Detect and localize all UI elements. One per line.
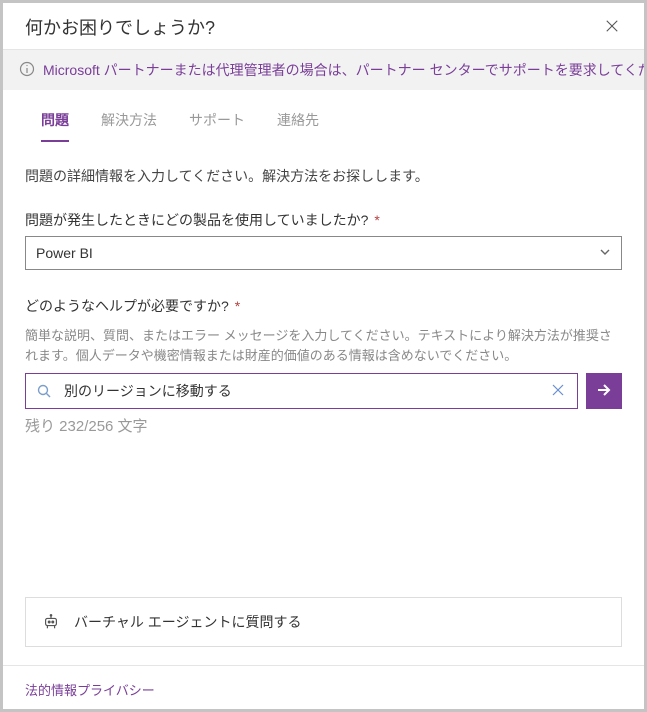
info-banner: Microsoft パートナーまたは代理管理者の場合は、パートナー センターでサ…: [3, 50, 644, 90]
close-button[interactable]: [598, 13, 626, 41]
close-icon: [551, 383, 565, 400]
arrow-right-icon: [595, 381, 613, 402]
tab-contact[interactable]: 連絡先: [277, 104, 319, 141]
product-field-label: 問題が発生したときにどの製品を使用していましたか?*: [25, 210, 622, 230]
character-counter: 残り 232/256 文字: [25, 415, 622, 436]
help-search-field[interactable]: [25, 373, 578, 409]
tab-solutions[interactable]: 解決方法: [101, 104, 157, 141]
footer-links: 法的情報 プライバシー: [3, 665, 644, 709]
help-field-hint: 簡単な説明、質問、またはエラー メッセージを入力してください。テキストにより解決…: [25, 326, 622, 365]
virtual-agent-button[interactable]: バーチャル エージェントに質問する: [25, 597, 622, 647]
privacy-link[interactable]: プライバシー: [77, 680, 155, 699]
virtual-agent-label: バーチャル エージェントに質問する: [74, 612, 301, 632]
info-icon: [19, 61, 35, 80]
partner-center-link[interactable]: Microsoft パートナーまたは代理管理者の場合は、パートナー センターでサ…: [43, 60, 644, 80]
product-select-value: Power BI: [36, 245, 93, 261]
required-asterisk: *: [374, 212, 379, 228]
required-asterisk: *: [235, 298, 240, 314]
submit-search-button[interactable]: [586, 373, 622, 409]
help-field-label: どのようなヘルプが必要ですか?*: [25, 296, 622, 316]
legal-link[interactable]: 法的情報: [25, 680, 77, 699]
search-icon: [36, 383, 52, 399]
clear-input-button[interactable]: [547, 383, 569, 400]
dialog-title: 何かお困りでしょうか?: [25, 14, 215, 40]
product-select[interactable]: Power BI: [25, 236, 622, 270]
close-icon: [605, 19, 619, 36]
tab-problem[interactable]: 問題: [41, 104, 69, 142]
bot-icon: [42, 613, 60, 631]
tab-support[interactable]: サポート: [189, 104, 245, 141]
tab-bar: 問題 解決方法 サポート 連絡先: [3, 90, 644, 142]
chevron-down-icon: [599, 245, 611, 261]
help-search-input[interactable]: [62, 382, 547, 400]
intro-text: 問題の詳細情報を入力してください。解決方法をお探しします。: [25, 166, 622, 186]
